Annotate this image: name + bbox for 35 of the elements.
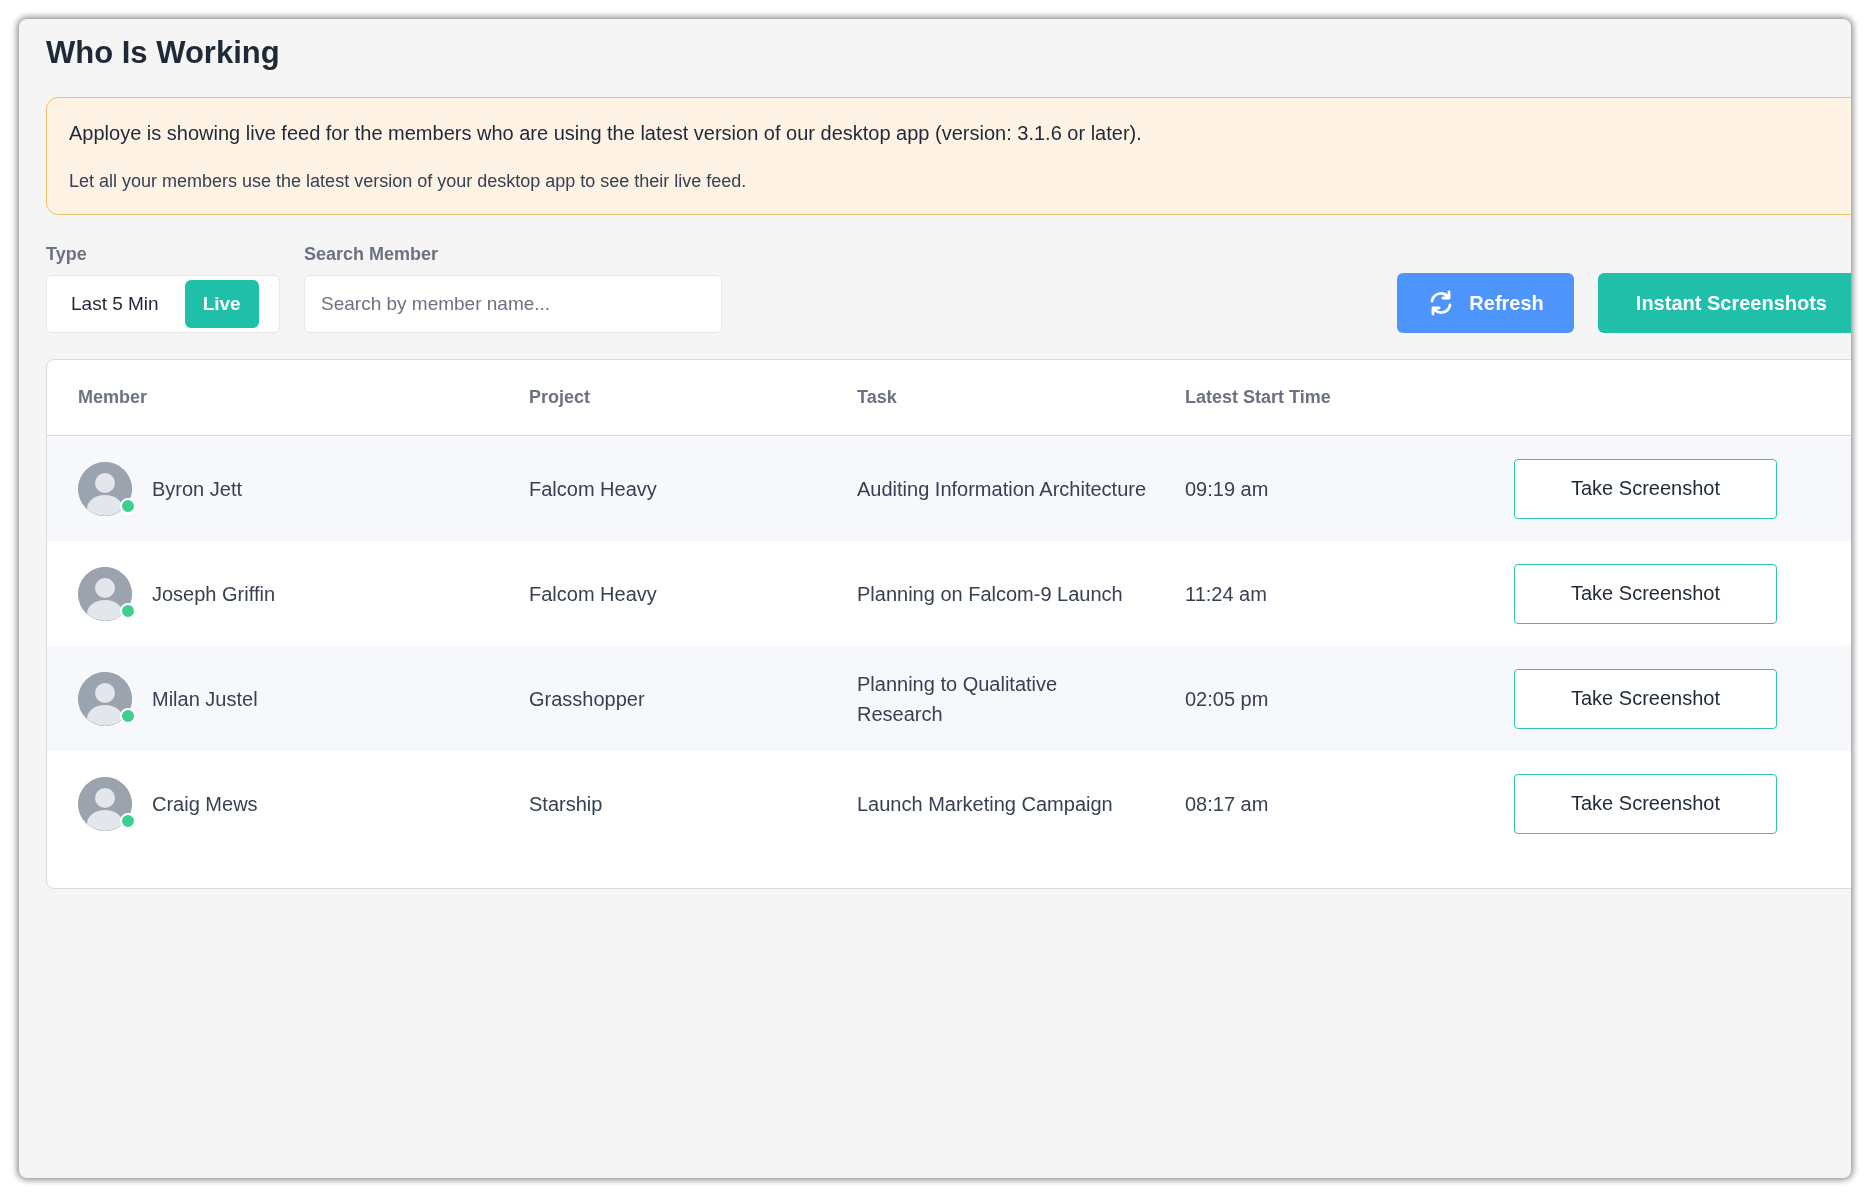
- column-header: Task: [857, 387, 898, 408]
- start-time-cell-text: 11:24 am: [1185, 581, 1268, 607]
- type-option[interactable]: Last 5 Min: [51, 280, 179, 328]
- page-title: Who Is Working: [46, 34, 281, 72]
- member-name: Craig Mews: [152, 791, 258, 817]
- take-screenshot-button[interactable]: Take Screenshot: [1514, 773, 1777, 834]
- search-field[interactable]: Search by member name...: [304, 275, 722, 333]
- avatar: [78, 671, 132, 726]
- avatar: [78, 461, 132, 516]
- start-time-cell-text: 08:17 am: [1185, 791, 1270, 817]
- task-cell-text: Planning on Falcom-9 Launch: [857, 581, 1124, 607]
- take-screenshot-button[interactable]: Take Screenshot: [1514, 458, 1777, 519]
- search-label: Search Member: [304, 243, 440, 265]
- task-cell-text: Launch Marketing Campaign: [857, 791, 1114, 817]
- column-header: Member: [78, 387, 149, 408]
- avatar: [78, 776, 132, 831]
- project-cell-text: Starship: [529, 791, 604, 817]
- avatar: [78, 566, 132, 621]
- notice-text: Let all your members use the latest version of your desktop app to see their live feed.: [69, 170, 748, 193]
- project-cell-text: Grasshopper: [529, 686, 646, 712]
- project-cell-text: Falcom Heavy: [529, 581, 658, 607]
- task-cell-text: Planning to Qualitative Research: [857, 671, 1059, 727]
- task-cell-text: Auditing Information Architecture: [857, 476, 1147, 502]
- notice-text: Apploye is showing live feed for the members who are using the latest version of our desktop app (version: 3.1.6 or later).: [69, 121, 1143, 146]
- member-name: Joseph Griffin: [152, 581, 276, 607]
- start-time-cell-text: 02:05 pm: [1185, 686, 1270, 712]
- type-label: Type: [46, 243, 88, 265]
- column-header: Latest Start Time: [1185, 387, 1332, 408]
- project-cell-text: Falcom Heavy: [529, 476, 658, 502]
- take-screenshot-button[interactable]: Take Screenshot: [1514, 668, 1777, 729]
- start-time-cell-text: 09:19 am: [1185, 476, 1270, 502]
- column-header: Project: [529, 387, 592, 408]
- member-name: Byron Jett: [152, 476, 243, 502]
- member-name: Milan Justel: [152, 686, 258, 712]
- take-screenshot-button[interactable]: Take Screenshot: [1514, 563, 1777, 624]
